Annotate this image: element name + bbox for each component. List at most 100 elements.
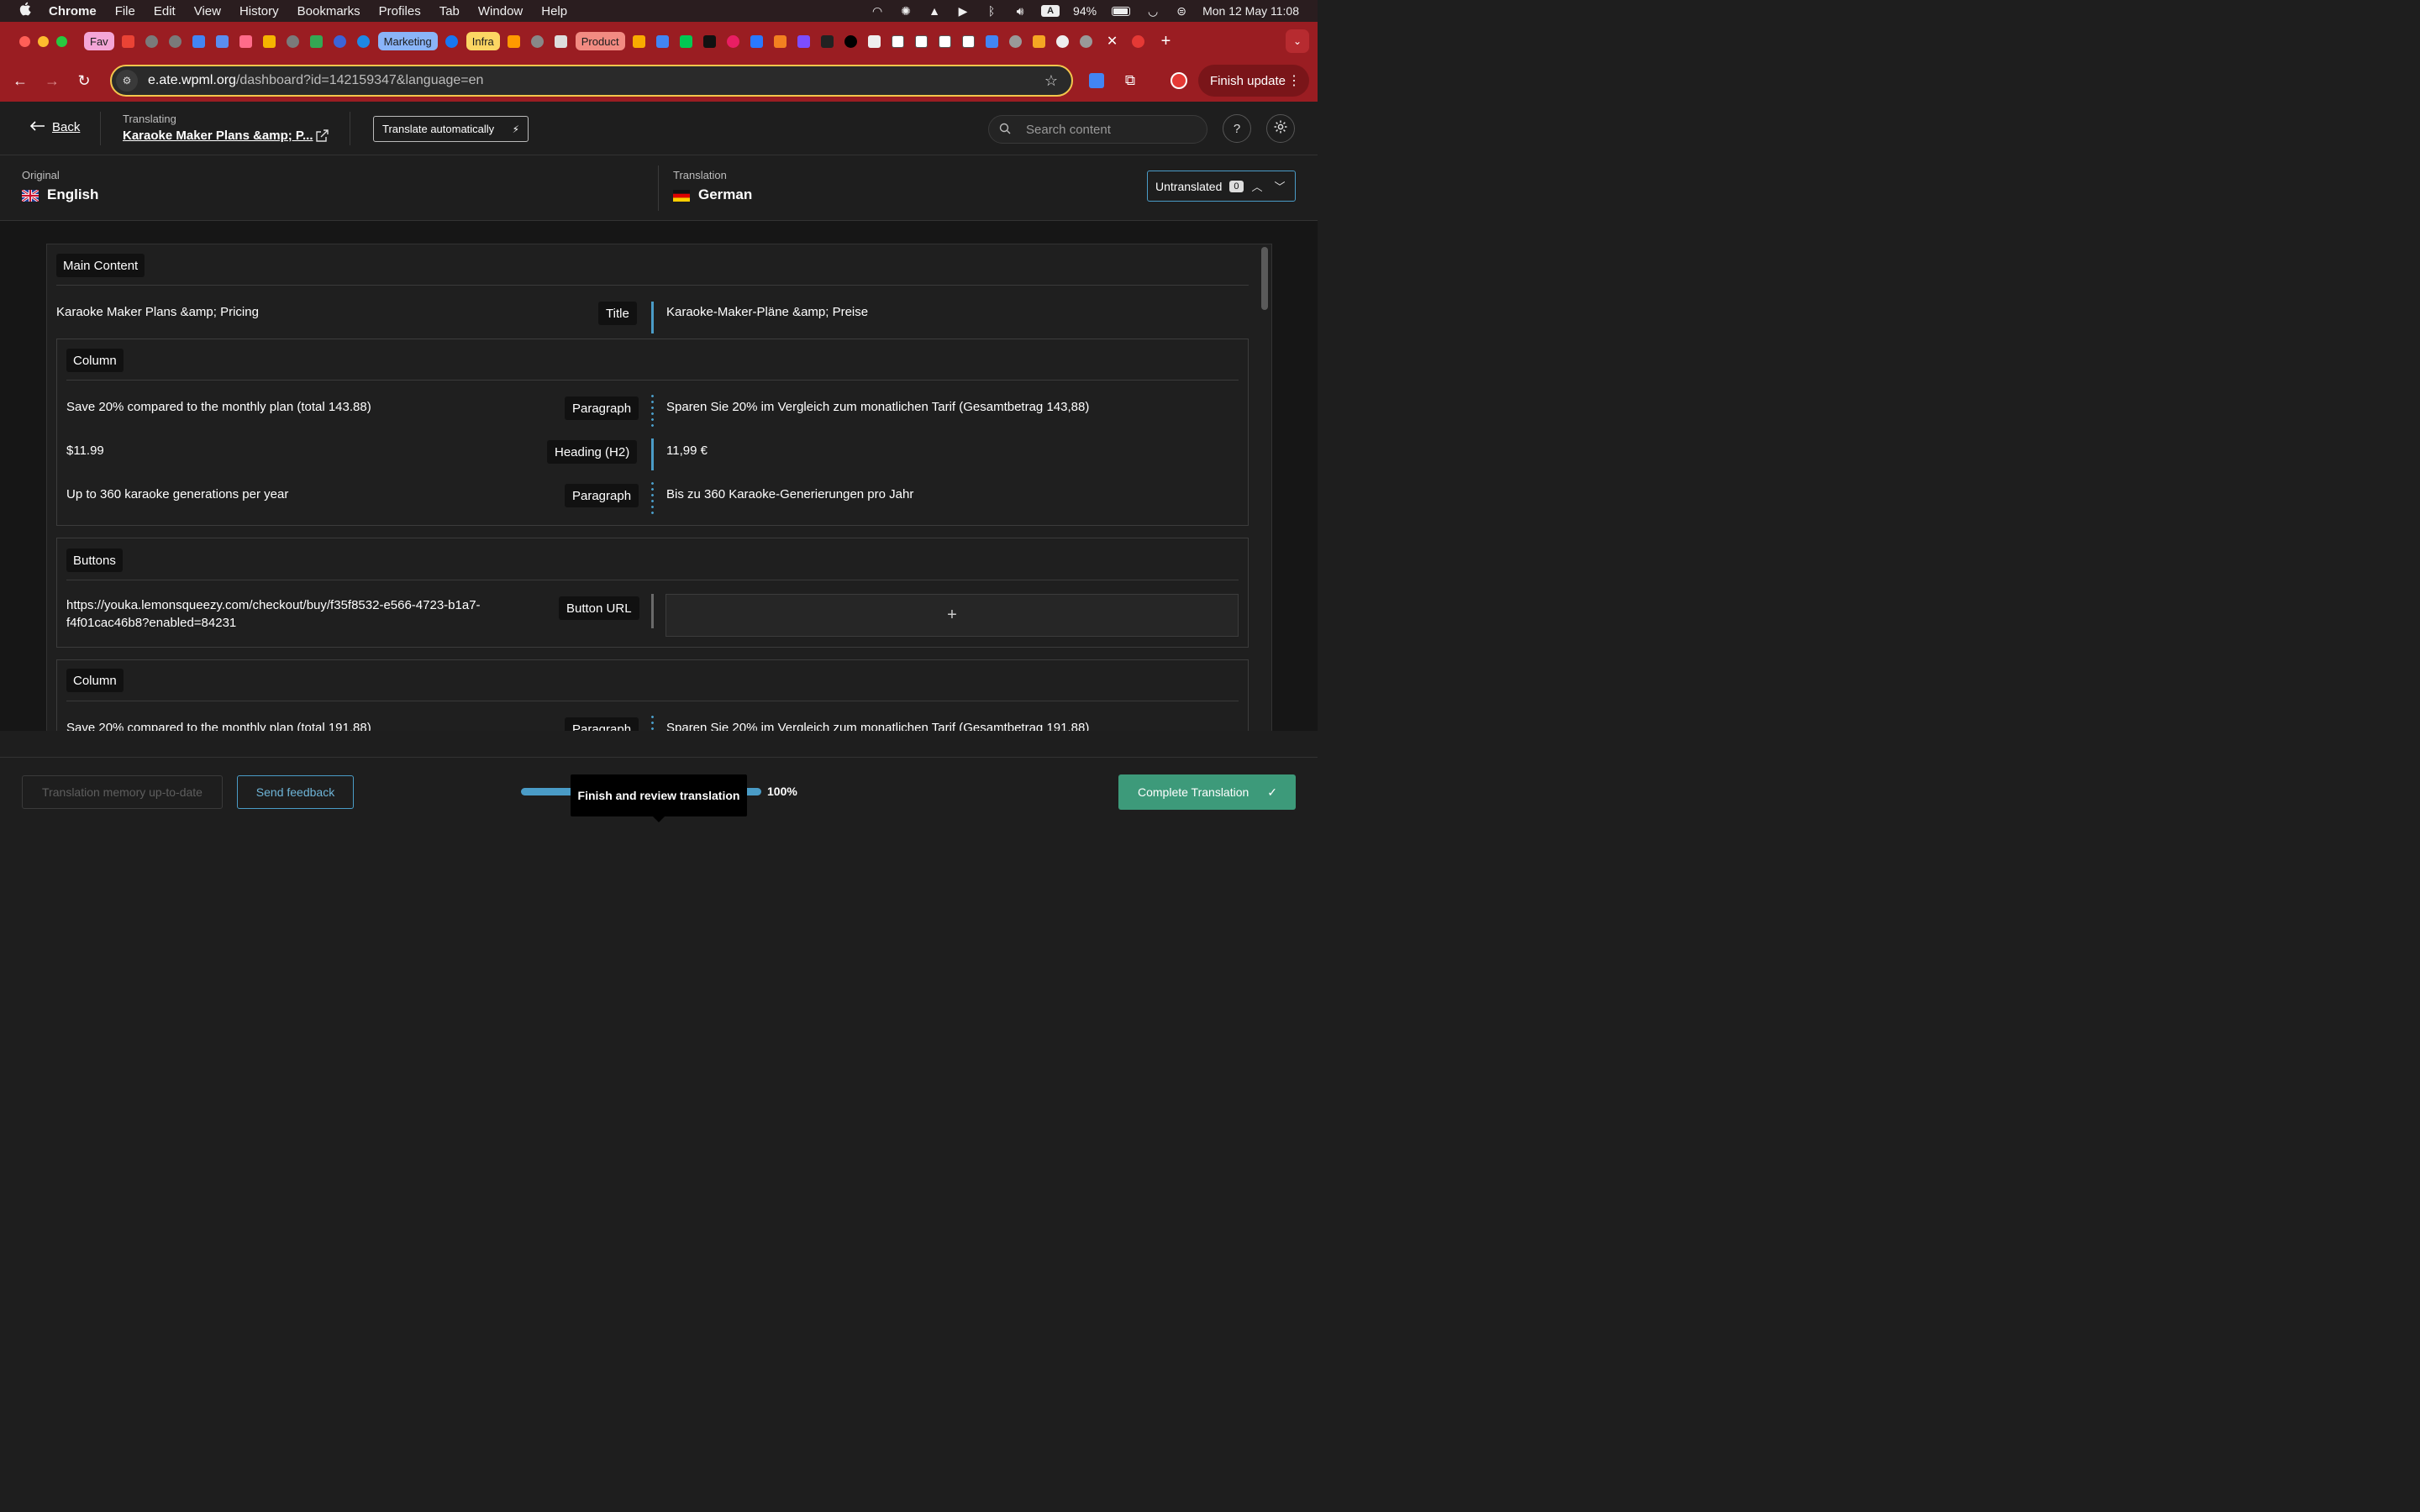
forward-arrow-icon[interactable]: →	[36, 72, 68, 90]
keyboard-input-icon[interactable]: A	[1041, 5, 1060, 17]
site-info-icon[interactable]: ⚙	[116, 70, 138, 92]
translate-extension-icon[interactable]	[1086, 71, 1107, 91]
docs-tab-icon[interactable]	[983, 32, 1002, 50]
tab-search-chevron-icon[interactable]: ⌄	[1286, 29, 1309, 53]
clock[interactable]: Mon 12 May 11:08	[1202, 4, 1299, 18]
menu-bookmarks[interactable]: Bookmarks	[297, 4, 360, 18]
tab-group-fav[interactable]: Fav	[84, 32, 114, 50]
app-tab-icon[interactable]	[331, 32, 350, 50]
notion-tab-icon[interactable]	[889, 32, 908, 50]
app-tab-icon[interactable]	[505, 32, 523, 50]
translate-tab-icon[interactable]	[213, 32, 232, 50]
wifi-icon[interactable]: ◡	[1145, 4, 1160, 18]
complete-translation-button[interactable]: Complete Translation ✓	[1118, 774, 1296, 810]
reload-icon[interactable]: ↻	[68, 72, 100, 90]
app-tab-icon[interactable]	[818, 32, 837, 50]
search-input[interactable]: Search content	[988, 115, 1207, 144]
app-tab-icon[interactable]	[260, 32, 279, 50]
minimize-window-button[interactable]	[38, 35, 49, 47]
meta-tab-icon[interactable]	[443, 32, 461, 50]
chevron-up-icon[interactable]: ︿	[1247, 176, 1267, 197]
app-tab-icon[interactable]	[237, 32, 255, 50]
refresh-tab-icon[interactable]	[166, 32, 185, 50]
volume-icon[interactable]: 🔊︎	[1013, 4, 1028, 18]
more-vertical-icon[interactable]: ⋮	[1287, 72, 1301, 89]
address-bar[interactable]: ⚙ e.ate.wpml.org/dashboard?id=142159347&…	[110, 65, 1073, 97]
globe-tab-icon[interactable]	[1007, 32, 1025, 50]
target-text-heading[interactable]: 11,99 €	[666, 444, 708, 458]
close-tab-icon[interactable]: ✕	[1101, 29, 1124, 53]
notion-tab-icon[interactable]	[936, 32, 955, 50]
help-button[interactable]: ?	[1223, 114, 1251, 143]
notion-tab-icon[interactable]	[913, 32, 931, 50]
translation-memory-button[interactable]: Translation memory up-to-date	[22, 775, 223, 809]
app-tab-icon[interactable]	[865, 32, 884, 50]
chat-tab-icon[interactable]	[190, 32, 208, 50]
back-arrow-icon[interactable]: ←	[4, 72, 36, 90]
external-link-icon[interactable]	[315, 129, 329, 143]
mountain-icon[interactable]: ▲	[927, 4, 942, 18]
globe-tab-icon[interactable]	[1077, 32, 1096, 50]
menu-app-name[interactable]: Chrome	[49, 4, 97, 18]
app-tab-icon[interactable]	[795, 32, 813, 50]
openai-icon[interactable]: ✺	[898, 4, 913, 18]
app-tab-icon[interactable]	[724, 32, 743, 50]
app-tab-icon[interactable]	[654, 32, 672, 50]
gmail-tab-icon[interactable]	[119, 32, 138, 50]
settings-button[interactable]	[1266, 114, 1295, 143]
close-window-button[interactable]	[19, 35, 30, 47]
target-text-paragraph[interactable]: Bis zu 360 Karaoke-Generierungen pro Jah…	[666, 487, 913, 501]
send-feedback-button[interactable]: Send feedback	[237, 775, 354, 809]
play-icon[interactable]: ▶	[955, 4, 971, 18]
url-text[interactable]: e.ate.wpml.org/dashboard?id=142159347&la…	[148, 73, 483, 88]
target-text-title[interactable]: Karaoke-Maker-Pläne &amp; Preise	[666, 305, 868, 319]
tab-group-marketing[interactable]: Marketing	[377, 32, 438, 50]
menu-edit[interactable]: Edit	[154, 4, 176, 18]
apple-icon[interactable]	[18, 2, 34, 20]
notion-tab-icon[interactable]	[960, 32, 978, 50]
target-text-paragraph[interactable]: Sparen Sie 20% im Vergleich zum monatlic…	[666, 400, 1089, 414]
menu-view[interactable]: View	[194, 4, 221, 18]
app-tab-icon[interactable]	[308, 32, 326, 50]
gauge-icon[interactable]: ◠	[870, 4, 885, 18]
menu-history[interactable]: History	[239, 4, 279, 18]
menu-help[interactable]: Help	[541, 4, 567, 18]
zoom-window-button[interactable]	[56, 35, 67, 47]
app-tab-icon[interactable]	[701, 32, 719, 50]
chevron-down-icon[interactable]: ﹀	[1270, 176, 1290, 197]
app-tab-icon[interactable]	[748, 32, 766, 50]
menu-window[interactable]: Window	[478, 4, 523, 18]
menu-file[interactable]: File	[115, 4, 135, 18]
refresh-tab-icon[interactable]	[143, 32, 161, 50]
add-translation-field[interactable]: +	[666, 594, 1239, 637]
wpml-tab-icon[interactable]	[1129, 32, 1148, 50]
back-link[interactable]: Back	[29, 120, 80, 134]
bluetooth-icon[interactable]: ᛒ	[984, 4, 999, 18]
extensions-puzzle-icon[interactable]: ⧉	[1120, 71, 1140, 91]
control-center-icon[interactable]: ⊜	[1174, 4, 1189, 18]
analytics-tab-icon[interactable]	[630, 32, 649, 50]
refresh-tab-icon[interactable]	[284, 32, 302, 50]
document-title-link[interactable]: Karaoke Maker Plans &amp; P...	[123, 129, 313, 143]
translate-automatically-button[interactable]: Translate automatically ⚡︎	[373, 116, 529, 142]
tab-group-product[interactable]: Product	[575, 32, 625, 50]
cloudflare-tab-icon[interactable]	[771, 32, 790, 50]
app-tab-icon[interactable]	[842, 32, 860, 50]
openai-tab-icon[interactable]	[1054, 32, 1072, 50]
app-tab-icon[interactable]	[1030, 32, 1049, 50]
untranslated-filter[interactable]: Untranslated 0 ︿ ﹀	[1147, 171, 1296, 202]
profile-icon[interactable]	[1169, 71, 1189, 91]
app-tab-icon[interactable]	[677, 32, 696, 50]
scrollbar[interactable]	[1261, 247, 1268, 310]
tab-group-infra[interactable]: Infra	[466, 32, 500, 50]
menu-profiles[interactable]: Profiles	[379, 4, 421, 18]
new-tab-button[interactable]: +	[1161, 32, 1171, 51]
battery-icon[interactable]	[1110, 5, 1132, 17]
app-tab-icon[interactable]	[552, 32, 571, 50]
app-tab-icon[interactable]	[355, 32, 373, 50]
finish-update-button[interactable]: Finish update ⋮	[1197, 65, 1309, 97]
openai-tab-icon[interactable]	[529, 32, 547, 50]
target-text-paragraph[interactable]: Sparen Sie 20% im Vergleich zum monatlic…	[666, 721, 1089, 731]
menu-tab[interactable]: Tab	[439, 4, 460, 18]
bookmark-star-icon[interactable]: ☆	[1044, 72, 1058, 90]
